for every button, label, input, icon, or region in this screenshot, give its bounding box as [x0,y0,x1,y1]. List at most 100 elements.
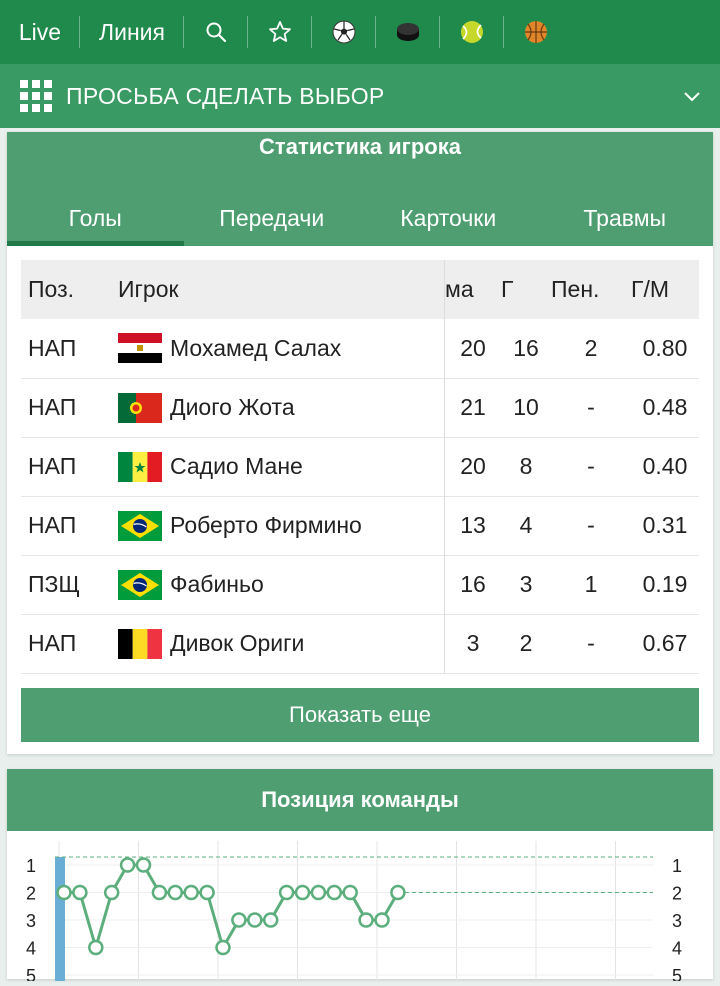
sport-select-bar[interactable]: ПРОСЬБА СДЕЛАТЬ ВЫБОР [0,64,720,128]
position-point [310,884,327,901]
position-point [294,884,311,901]
player-stats-title: Статистика игрока [259,134,461,159]
show-more-button[interactable]: Показать еще [21,688,699,742]
col-player[interactable]: Игрок [118,260,445,319]
cell-position: НАП [28,334,77,361]
star-icon[interactable] [248,0,312,64]
hockey-puck-icon[interactable] [376,0,440,64]
brazil-flag-icon [118,510,162,541]
cell-matches: 21 [460,394,486,420]
portugal-flag-icon [118,392,162,423]
y-tick-label-right: 4 [672,939,682,959]
player-name[interactable]: Диого Жота [170,394,295,421]
nav-line[interactable]: Линия [80,0,184,64]
player-stats-card: Статистика игрока Голы Передачи Карточки… [7,132,713,754]
y-tick-label-right: 1 [672,856,682,876]
position-point [374,912,390,928]
position-point [278,884,295,901]
position-point [151,884,168,901]
top-nav: Live Линия [0,0,720,64]
tab-cards[interactable]: Карточки [360,190,537,246]
player-stats-header: Статистика игрока Голы Передачи Карточки… [7,132,713,246]
col-position[interactable]: Поз. [21,260,118,319]
position-chart-svg: 1 1 2 2 3 3 4 4 5 5 [26,841,682,986]
team-position-title: Позиция команды [7,769,713,831]
table-header-row: Поз. Игрок ма Г Пен. Г/М [21,260,699,319]
position-point [199,884,215,901]
cell-goals-per-match: 0.80 [642,334,688,361]
player-name[interactable]: Дивок Ориги [170,630,304,657]
player-name[interactable]: Роберто Фирмино [170,512,362,539]
position-point [390,884,406,901]
cell-player: Мохамед Салах [118,319,445,378]
player-name[interactable]: Фабиньо [170,571,264,598]
table-row[interactable]: НАП Дивок Ориги 3 2 - 0.67 [21,614,699,673]
position-series-line [64,863,400,949]
cell-position: НАП [28,630,77,656]
cell-position: НАП [28,394,77,420]
grid-menu-icon [20,80,52,112]
player-stats-table: Поз. Игрок ма Г Пен. Г/М НАП Мохамед Сала… [21,260,699,674]
col-goals[interactable]: Г [501,260,551,319]
cell-penalties: - [587,394,595,420]
position-point [326,884,343,901]
search-icon[interactable] [184,0,248,64]
position-point [103,884,120,901]
position-point [56,884,72,901]
cell-goals: 10 [513,394,539,420]
cell-player: Роберто Фирмино [118,496,445,555]
tab-injuries[interactable]: Травмы [537,190,714,246]
cell-goals-per-match: 0.48 [642,394,688,420]
col-penalties[interactable]: Пен. [551,260,631,319]
cell-goals: 3 [519,571,533,597]
player-name[interactable]: Мохамед Салах [170,335,341,362]
cell-matches: 16 [460,571,486,597]
col-goals-per-match[interactable]: Г/М [631,260,699,319]
cell-goals-per-match: 0.31 [642,512,688,538]
cell-player: Фабиньо [118,555,445,614]
belgium-flag-icon [118,628,162,659]
current-week-highlight [55,857,65,986]
tab-assists[interactable]: Передачи [184,190,361,246]
table-row[interactable]: НАП Роберто Фирмино 13 4 - 0.31 [21,496,699,555]
select-prompt: ПРОСЬБА СДЕЛАТЬ ВЫБОР [66,82,385,109]
cell-penalties: - [587,512,595,538]
position-point [247,912,263,928]
y-tick-label-left: 4 [26,939,36,959]
tab-goals[interactable]: Голы [7,190,184,246]
position-point [215,939,231,956]
y-tick-label-right: 5 [672,966,682,981]
cell-goals-per-match: 0.67 [642,630,688,656]
table-row[interactable]: ПЗЩ Фабиньо 16 3 1 0.19 [21,555,699,614]
cell-matches: 13 [460,512,486,538]
table-row[interactable]: НАП Диого Жота 21 10 - 0.48 [21,378,699,437]
cell-matches: 3 [466,630,480,656]
team-position-chart: 1 1 2 2 3 3 4 4 5 5 [7,831,713,986]
y-tick-label-left: 3 [26,911,36,931]
cell-penalties: 1 [584,571,598,597]
cell-goals-per-match: 0.40 [642,453,688,479]
cell-position: НАП [28,453,77,479]
cell-position: НАП [28,512,77,538]
position-point [167,884,184,901]
cell-player: Дивок Ориги [118,614,445,673]
cell-player: Диого Жота [118,378,445,437]
col-matches[interactable]: ма [445,260,502,319]
nav-live[interactable]: Live [0,0,80,64]
team-position-card: Позиция команды 1 1 2 2 3 3 4 4 5 5 [7,769,713,986]
cell-goals: 2 [519,630,533,656]
basketball-icon[interactable] [504,0,568,64]
cell-goals: 8 [519,453,533,479]
senegal-flag-icon [118,451,162,482]
cell-player: Садио Мане [118,437,445,496]
football-icon[interactable] [312,0,376,64]
player-name[interactable]: Садио Мане [170,453,303,480]
position-point [135,857,152,873]
y-tick-label-left: 2 [26,884,36,904]
table-row[interactable]: НАП Садио Мане 20 8 - 0.40 [21,437,699,496]
position-point [262,912,279,928]
tennis-ball-icon[interactable] [440,0,504,64]
table-row[interactable]: НАП Мохамед Салах 20 16 2 0.80 [21,319,699,378]
position-point [342,884,358,901]
cell-penalties: - [587,453,595,479]
